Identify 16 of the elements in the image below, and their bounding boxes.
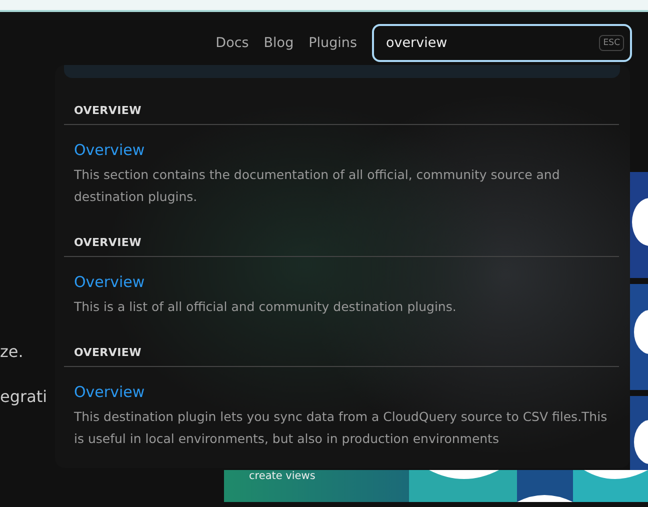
- nav-link[interactable]: Docs: [216, 35, 249, 51]
- banner-caption: create views: [249, 470, 316, 482]
- result-description: This destination plugin lets you sync data from a CloudQuery source to CSV files.This is useful in local environments, but also in production environments: [74, 408, 608, 448]
- shortcut-key: ESC: [599, 35, 624, 51]
- result-description: This section contains the documentation of all official, community source and destination plugins.: [74, 166, 561, 206]
- result-link[interactable]: Overview: [74, 141, 145, 159]
- result-link[interactable]: Overview: [74, 273, 145, 291]
- nav-link[interactable]: Blog: [264, 35, 294, 51]
- body-text: egrati: [0, 387, 48, 406]
- section-heading: OVERVIEW: [64, 104, 619, 125]
- body-text: ze.: [0, 342, 24, 361]
- nav-link[interactable]: Plugins: [308, 35, 357, 51]
- section-heading: OVERVIEW: [64, 346, 619, 367]
- result-description: This is a list of all official and community destination plugins.: [74, 298, 458, 316]
- result-link[interactable]: Overview: [74, 383, 145, 401]
- section-heading: OVERVIEW: [64, 236, 619, 257]
